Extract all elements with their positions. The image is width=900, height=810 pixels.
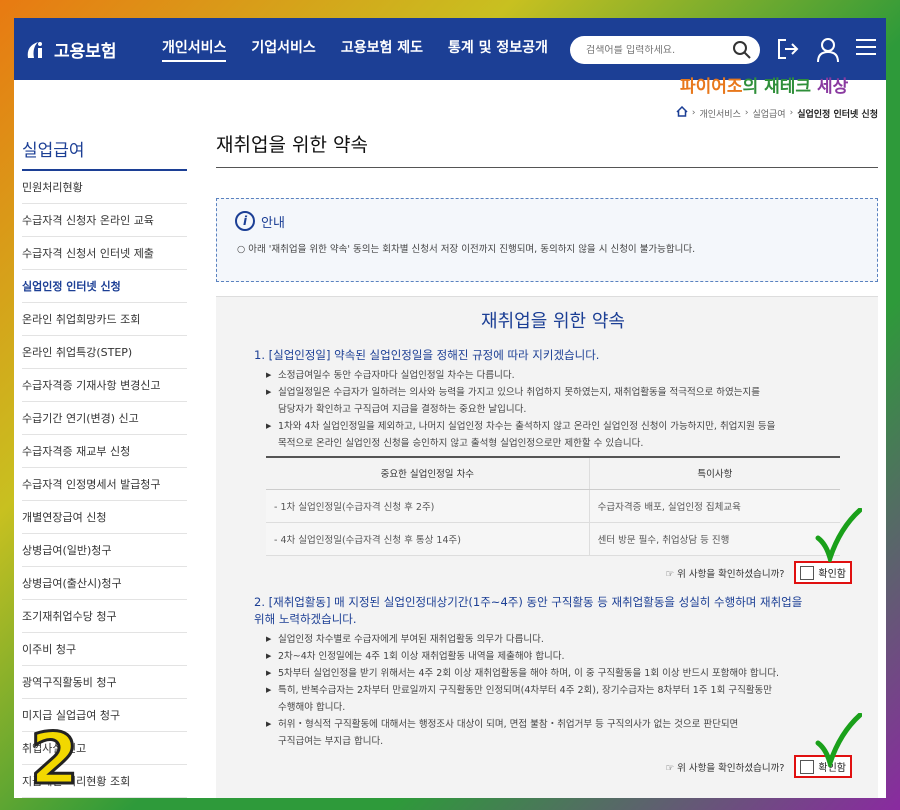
main-content: 재취업을 위한 약속 i 안내 ○ 아래 '재취업을 위한 약속' 동의는 회차… — [216, 130, 878, 798]
bullet-continuation-text: 담당자가 확인하고 구직급여 지급을 결정하는 중요한 날입니다. — [266, 404, 527, 415]
home-icon[interactable] — [676, 105, 688, 120]
table-row: - 1차 실업인정일(수급자격 신청 후 2주) 수급자격증 배포, 실업인정 … — [266, 489, 840, 523]
confirm-question: ☞ 위 사항을 확인하셨습니까? — [665, 568, 785, 580]
section1-bullets: 소정급여일수 동안 수급자마다 실업인정일 차수는 다릅니다. 실업일정일은 수… — [266, 367, 852, 452]
green-check-icon — [814, 712, 863, 772]
watermark-text: 파이어조의 재테크 세상 — [680, 72, 848, 97]
menu-icon[interactable] — [856, 37, 876, 61]
nav-insurance-system[interactable]: 고용보험 제도 — [341, 37, 423, 62]
bullet-continuation: 담당자가 확인하고 구직급여 지급을 결정하는 중요한 날입니다. — [266, 401, 852, 418]
bullet-continuation: 구직급여는 부지급 합니다. — [266, 733, 852, 750]
bullet-item: 특히, 반복수급자는 2차부터 만료일까지 구직활동만 인정되며(4차부터 4주… — [266, 682, 852, 699]
notice-box: i 안내 ○ 아래 '재취업을 위한 약속' 동의는 회차별 신청서 저장 이전… — [216, 198, 878, 282]
section2-heading-line: 2. [재취업활동] 매 지정된 실업인정대상기간(1주~4주) 동안 구직활동… — [254, 594, 803, 609]
nav-business-service[interactable]: 기업서비스 — [251, 37, 315, 62]
table-header: 특이사항 — [588, 456, 840, 490]
site-logo[interactable]: 고용보험 — [24, 36, 142, 62]
section2-bullets: 실업인정 차수별로 수급자에게 부여된 재취업활동 의무가 다릅니다. 2차~4… — [266, 631, 852, 750]
sidebar-title: 실업급여 — [22, 134, 187, 171]
sidebar-item[interactable]: 이주비 청구 — [22, 633, 187, 666]
checkbox[interactable] — [800, 759, 815, 774]
bullet-continuation: 수행해야 합니다. — [266, 699, 852, 716]
search-input[interactable] — [586, 44, 726, 56]
sidebar-item[interactable]: 온라인 취업희망카드 조회 — [22, 303, 187, 336]
sidebar-item[interactable]: 상병급여(일반)청구 — [22, 534, 187, 567]
notice-head: i 안내 — [235, 211, 859, 231]
chevron-right-icon: › — [691, 108, 696, 118]
breadcrumb: › 개인서비스 › 실업급여 › 실업인정 인터넷 신청 — [676, 105, 878, 120]
sidebar-item[interactable]: 수급자격 신청서 인터넷 제출 — [22, 237, 187, 270]
section1-heading: 1. [실업인정일] 약속된 실업인정일을 정해진 규정에 따라 지키겠습니다. — [254, 348, 600, 362]
notice-title: 안내 — [261, 215, 285, 231]
overlay-number: 2 — [29, 718, 81, 798]
section2-heading: 2. [재취업활동] 매 지정된 실업인정대상기간(1주~4주) 동안 구직활동… — [254, 594, 852, 628]
table-cell: 센터 방문 필수, 취업상담 등 진행 — [588, 522, 840, 556]
promise-box: 재취업을 위한 약속 1. [실업인정일] 약속된 실업인정일을 정해진 규정에… — [216, 296, 878, 798]
sidebar-item[interactable]: 온라인 취업특강(STEP) — [22, 336, 187, 369]
confirm-row: ☞ 위 사항을 확인하셨습니까? 확인함 — [254, 752, 852, 782]
bullet-item: 실업인정 차수별로 수급자에게 부여된 재취업활동 의무가 다릅니다. — [266, 631, 852, 648]
info-icon: i — [235, 211, 255, 231]
confirm-row: ☞ 위 사항을 확인하셨습니까? 확인함 — [254, 558, 852, 588]
section2-heading-line: 위해 노력하겠습니다. — [254, 611, 357, 626]
table-row: - 4차 실업인정일(수급자격 신청 후 통상 14주) 센터 방문 필수, 취… — [266, 522, 840, 556]
bullet-continuation-text: 구직급여는 부지급 합니다. — [266, 735, 384, 747]
table-header: 중요한 실업인정일 차수 — [266, 456, 590, 490]
watermark-part1: 파이어조 — [680, 77, 743, 97]
bullet-continuation-text: 수행해야 합니다. — [266, 701, 346, 713]
sidebar-item[interactable]: 광역구직활동비 청구 — [22, 666, 187, 699]
table-cell: 수급자격증 배포, 실업인정 집체교육 — [588, 489, 840, 523]
sidebar: 실업급여 민원처리현황 수급자격 신청자 온라인 교육 수급자격 신청서 인터넷… — [22, 134, 187, 798]
bullet-item: 소정급여일수 동안 수급자마다 실업인정일 차수는 다릅니다. — [266, 367, 852, 384]
table-header-row: 중요한 실업인정일 차수 특이사항 — [266, 456, 840, 490]
logo-text: 고용보험 — [54, 41, 117, 62]
browser-page: 고용보험 개인서비스 기업서비스 고용보험 제도 통계 및 정보공개 파이어조의… — [14, 18, 886, 798]
sidebar-item-active[interactable]: 실업인정 인터넷 신청 — [22, 270, 187, 303]
search-icon[interactable] — [732, 40, 752, 64]
green-check-icon — [814, 507, 863, 567]
watermark-part3: 세상 — [811, 77, 849, 97]
notice-text: ○ 아래 '재취업을 위한 약속' 동의는 회차별 신청서 저장 이전까지 진행… — [237, 244, 696, 255]
search-bar — [570, 36, 760, 64]
bullet-item: 1차와 4차 실업인정일을 제외하고, 나머지 실업인정 차수는 출석하지 않고… — [266, 418, 852, 435]
promise-title: 재취업을 위한 약속 — [481, 311, 625, 332]
user-icon[interactable] — [816, 37, 840, 67]
logout-icon[interactable] — [776, 37, 800, 65]
bullet-item: 5차부터 실업인정을 받기 위해서는 4주 2회 이상 재취업활동을 해야 하며… — [266, 665, 852, 682]
confirm-question: ☞ 위 사항을 확인하셨습니까? — [665, 762, 785, 774]
breadcrumb-item[interactable]: 개인서비스 — [699, 107, 740, 120]
sidebar-item[interactable]: 조기재취업수당 청구 — [22, 600, 187, 633]
table-cell: - 1차 실업인정일(수급자격 신청 후 2주) — [266, 489, 590, 523]
main-nav: 개인서비스 기업서비스 고용보험 제도 통계 및 정보공개 — [162, 37, 573, 62]
bullet-continuation-text: 목적으로 온라인 실업인정 신청을 승인하지 않고 출석형 실업인정으로만 제한… — [266, 438, 644, 449]
site-header: 고용보험 개인서비스 기업서비스 고용보험 제도 통계 및 정보공개 — [14, 18, 886, 80]
bullet-continuation: 목적으로 온라인 실업인정 신청을 승인하지 않고 출석형 실업인정으로만 제한… — [266, 435, 852, 452]
nav-personal-service[interactable]: 개인서비스 — [162, 37, 227, 62]
sidebar-item[interactable]: 수급자격 인정명세서 발급청구 — [22, 468, 187, 501]
sidebar-item[interactable]: 개별연장급여 신청 — [22, 501, 187, 534]
logo-mark-icon — [24, 36, 50, 62]
page-title: 재취업을 위한 약속 — [216, 130, 878, 168]
sidebar-item[interactable]: 수급기간 연기(변경) 신고 — [22, 402, 187, 435]
bullet-item: 허위・형식적 구직활동에 대해서는 행정조사 대상이 되며, 면접 불참・취업거… — [266, 716, 852, 733]
chevron-right-icon: › — [789, 108, 794, 118]
nav-statistics[interactable]: 통계 및 정보공개 — [448, 37, 548, 62]
confirm-label: 확인함 — [818, 569, 846, 580]
bullet-item: 2차~4차 인정일에는 4주 1회 이상 재취업활동 내역을 제출해야 합니다. — [266, 648, 852, 665]
important-dates-table: 중요한 실업인정일 차수 특이사항 - 1차 실업인정일(수급자격 신청 후 2… — [266, 456, 840, 556]
watermark-part2: 의 재테크 — [742, 77, 812, 97]
sidebar-item[interactable]: 수급자격증 재교부 신청 — [22, 435, 187, 468]
sidebar-item[interactable]: 민원처리현황 — [22, 171, 187, 204]
checkbox[interactable] — [800, 565, 815, 580]
sidebar-item[interactable]: 수급자격증 기재사항 변경신고 — [22, 369, 187, 402]
chevron-right-icon: › — [744, 108, 749, 118]
bullet-item: 실업일정일은 수급자가 일하려는 의사와 능력을 가지고 있으나 취업하지 못하… — [266, 384, 852, 401]
sidebar-item[interactable]: 상병급여(출산시)청구 — [22, 567, 187, 600]
breadcrumb-current: 실업인정 인터넷 신청 — [797, 109, 878, 120]
breadcrumb-item[interactable]: 실업급여 — [752, 107, 785, 120]
sidebar-item[interactable]: 수급자격 신청자 온라인 교육 — [22, 204, 187, 237]
table-cell: - 4차 실업인정일(수급자격 신청 후 통상 14주) — [266, 522, 590, 556]
